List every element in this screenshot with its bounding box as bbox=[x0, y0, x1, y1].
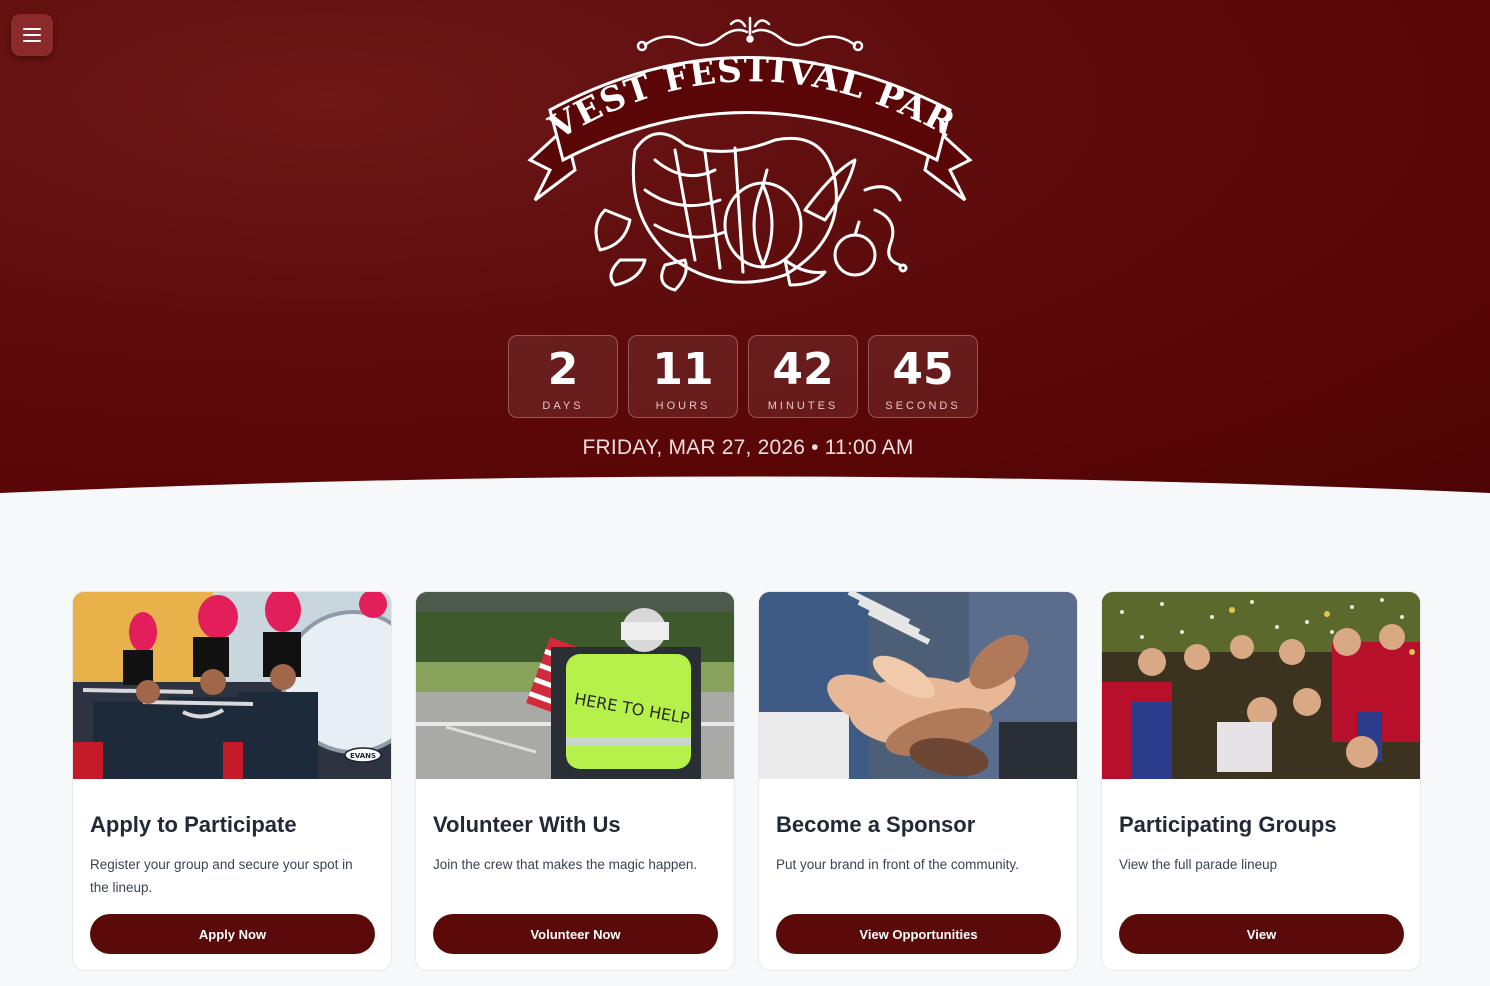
action-cards: EVANS Apply to Participate Register your… bbox=[72, 591, 1421, 971]
countdown-days-value: 2 bbox=[547, 344, 579, 395]
countdown-minutes-value: 42 bbox=[772, 344, 834, 395]
apply-now-button[interactable]: Apply Now bbox=[90, 914, 375, 954]
volunteer-image: HERE TO HELP bbox=[416, 592, 734, 779]
card-apply-title: Apply to Participate bbox=[90, 812, 297, 837]
countdown-minutes: 42 MINUTES bbox=[748, 335, 858, 418]
countdown-seconds-unit: SECONDS bbox=[885, 400, 961, 412]
harvest-festival-parade-logo: HARVEST FESTIVAL PARADE bbox=[505, 10, 973, 292]
card-volunteer: HERE TO HELP Volunteer With Us Join the … bbox=[415, 591, 735, 971]
countdown-minutes-unit: MINUTES bbox=[767, 400, 839, 412]
hamburger-icon bbox=[23, 28, 41, 42]
card-volunteer-title: Volunteer With Us bbox=[433, 812, 621, 837]
view-opportunities-button[interactable]: View Opportunities bbox=[776, 914, 1061, 954]
countdown-seconds-value: 45 bbox=[892, 344, 954, 395]
countdown-hours-unit: HOURS bbox=[655, 400, 711, 412]
countdown-days-unit: DAYS bbox=[542, 400, 584, 412]
marching-band-image: EVANS bbox=[73, 592, 391, 779]
card-sponsor-description: Put your brand in front of the community… bbox=[776, 857, 1019, 872]
parade-crowd-image bbox=[1102, 592, 1420, 779]
hero-banner: HARVEST FESTIVAL PARADE bbox=[0, 0, 1490, 500]
event-date: FRIDAY, MAR 27, 2026 • 11:00 AM bbox=[582, 436, 914, 459]
menu-button[interactable] bbox=[11, 14, 53, 56]
card-sponsor: Become a Sponsor Put your brand in front… bbox=[758, 591, 1078, 971]
countdown-timer: 2 DAYS 11 HOURS 42 MINUTES 45 SECONDS bbox=[508, 335, 978, 418]
countdown-days: 2 DAYS bbox=[508, 335, 618, 418]
volunteer-now-button[interactable]: Volunteer Now bbox=[433, 914, 718, 954]
hero-curve-divider bbox=[0, 476, 1490, 500]
stacked-hands-image bbox=[759, 592, 1077, 779]
card-apply: EVANS Apply to Participate Register your… bbox=[72, 591, 392, 971]
countdown-hours: 11 HOURS bbox=[628, 335, 738, 418]
card-volunteer-description: Join the crew that makes the magic happe… bbox=[433, 857, 698, 872]
card-groups-title: Participating Groups bbox=[1119, 812, 1337, 837]
card-apply-description: Register your group and secure your spot… bbox=[90, 857, 353, 895]
page: HARVEST FESTIVAL PARADE bbox=[0, 0, 1490, 986]
svg-text:EVANS: EVANS bbox=[350, 752, 376, 760]
countdown-seconds: 45 SECONDS bbox=[868, 335, 978, 418]
card-groups-description: View the full parade lineup bbox=[1119, 857, 1278, 872]
view-groups-button[interactable]: View bbox=[1119, 914, 1404, 954]
countdown-hours-value: 11 bbox=[652, 344, 714, 395]
card-groups: Participating Groups View the full parad… bbox=[1101, 591, 1421, 971]
card-sponsor-title: Become a Sponsor bbox=[776, 812, 976, 837]
